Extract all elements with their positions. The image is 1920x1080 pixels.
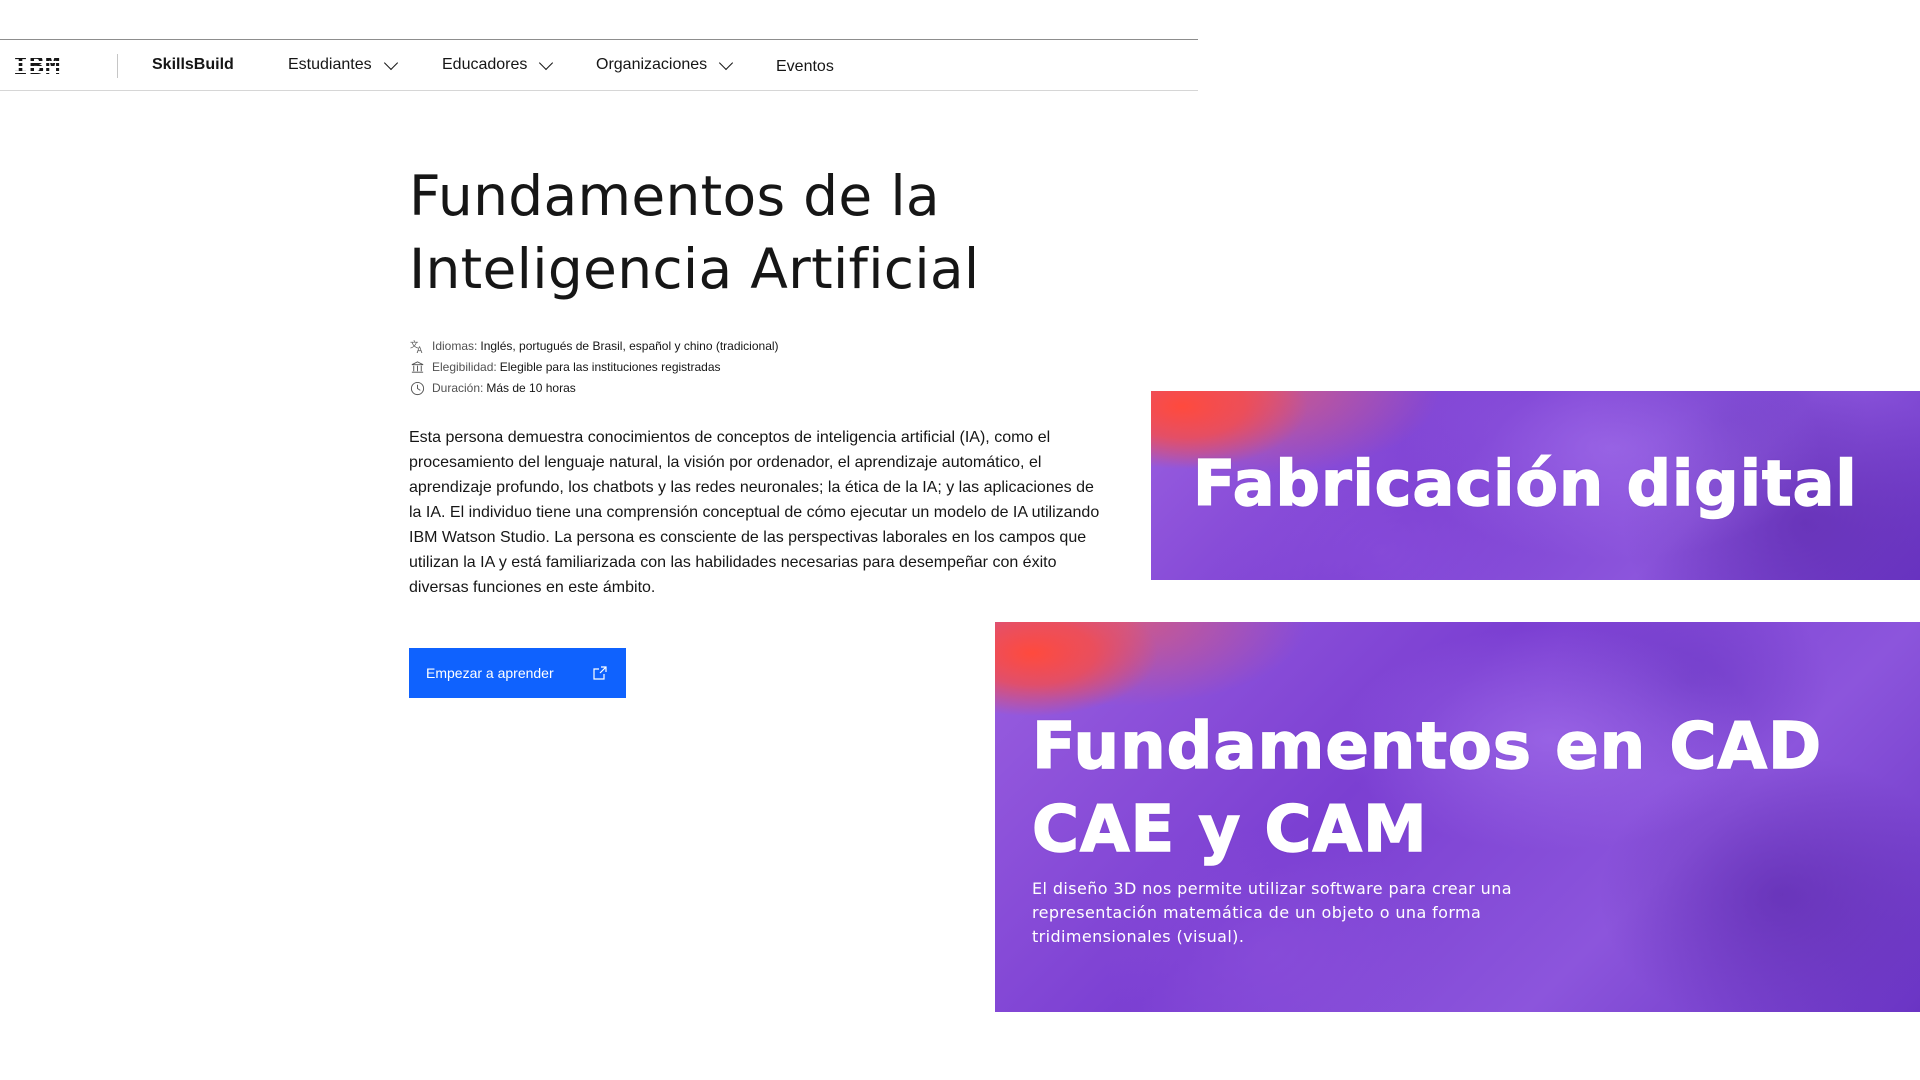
banner-fabricacion-digital: Fabricación digital — [1151, 391, 1920, 580]
translate-icon: 文 A — [410, 339, 423, 354]
nav-item-educadores[interactable]: Educadores — [442, 55, 554, 74]
meta-languages-value: Inglés, portugués de Brasil, español y c… — [480, 339, 779, 353]
nav-item-label: Eventos — [776, 58, 834, 75]
top-navbar: IBM SkillsBuild Estudiantes Educadores O… — [0, 40, 1198, 91]
nav-item-eventos[interactable]: Eventos — [776, 58, 834, 76]
chevron-down-icon — [539, 55, 554, 70]
ibm-logo[interactable]: IBM — [13, 53, 61, 78]
banner-title-line1: Fundamentos en CAD — [1031, 709, 1823, 785]
page-title-line1: Fundamentos de la — [409, 164, 940, 228]
start-learning-label: Empezar a aprender — [426, 665, 554, 681]
nav-item-label: Educadores — [442, 56, 528, 73]
meta-duration-key: Duración: — [432, 381, 484, 395]
meta-eligibility-key: Elegibilidad: — [432, 360, 497, 374]
page: IBM SkillsBuild Estudiantes Educadores O… — [0, 0, 1920, 1080]
banner-title-line2: CAE y CAM — [1031, 792, 1428, 868]
banner-subtitle: El diseño 3D nos permite utilizar softwa… — [1032, 879, 1512, 946]
chevron-down-icon — [383, 55, 398, 70]
page-title-line2: Inteligencia Artificial — [409, 237, 980, 301]
svg-text:A: A — [417, 345, 423, 354]
nav-item-organizaciones[interactable]: Organizaciones — [596, 55, 734, 74]
nav-item-label: Estudiantes — [288, 56, 372, 73]
chevron-down-icon — [719, 55, 734, 70]
skillsbuild-link[interactable]: SkillsBuild — [152, 56, 234, 74]
meta-duration-value: Más de 10 horas — [486, 381, 576, 395]
meta-duration: Duración: Más de 10 horas — [410, 378, 779, 399]
banner-title: Fabricación digital — [1192, 447, 1858, 520]
clock-icon — [410, 381, 425, 396]
external-link-icon — [593, 666, 607, 680]
banner-fundamentos-cad: Fundamentos en CAD CAE y CAM El diseño 3… — [995, 622, 1920, 1012]
nav-item-estudiantes[interactable]: Estudiantes — [288, 55, 398, 74]
meta-eligibility-value: Elegible para las instituciones registra… — [499, 360, 721, 374]
meta-languages: 文 A Idiomas: Inglés, portugués de Brasil… — [410, 336, 779, 357]
nav-divider — [117, 54, 118, 78]
nav-item-label: Organizaciones — [596, 56, 708, 73]
start-learning-button[interactable]: Empezar a aprender — [409, 648, 626, 698]
page-title: Fundamentos de la Inteligencia Artificia… — [409, 160, 1109, 306]
banner-title: Fundamentos en CAD CAE y CAM — [1031, 706, 1823, 872]
meta-eligibility: Elegibilidad: Elegible para las instituc… — [410, 357, 779, 378]
course-meta: 文 A Idiomas: Inglés, portugués de Brasil… — [410, 336, 779, 399]
institution-icon — [411, 361, 424, 373]
meta-languages-key: Idiomas: — [432, 339, 478, 353]
course-description: Esta persona demuestra conocimientos de … — [409, 429, 1100, 596]
